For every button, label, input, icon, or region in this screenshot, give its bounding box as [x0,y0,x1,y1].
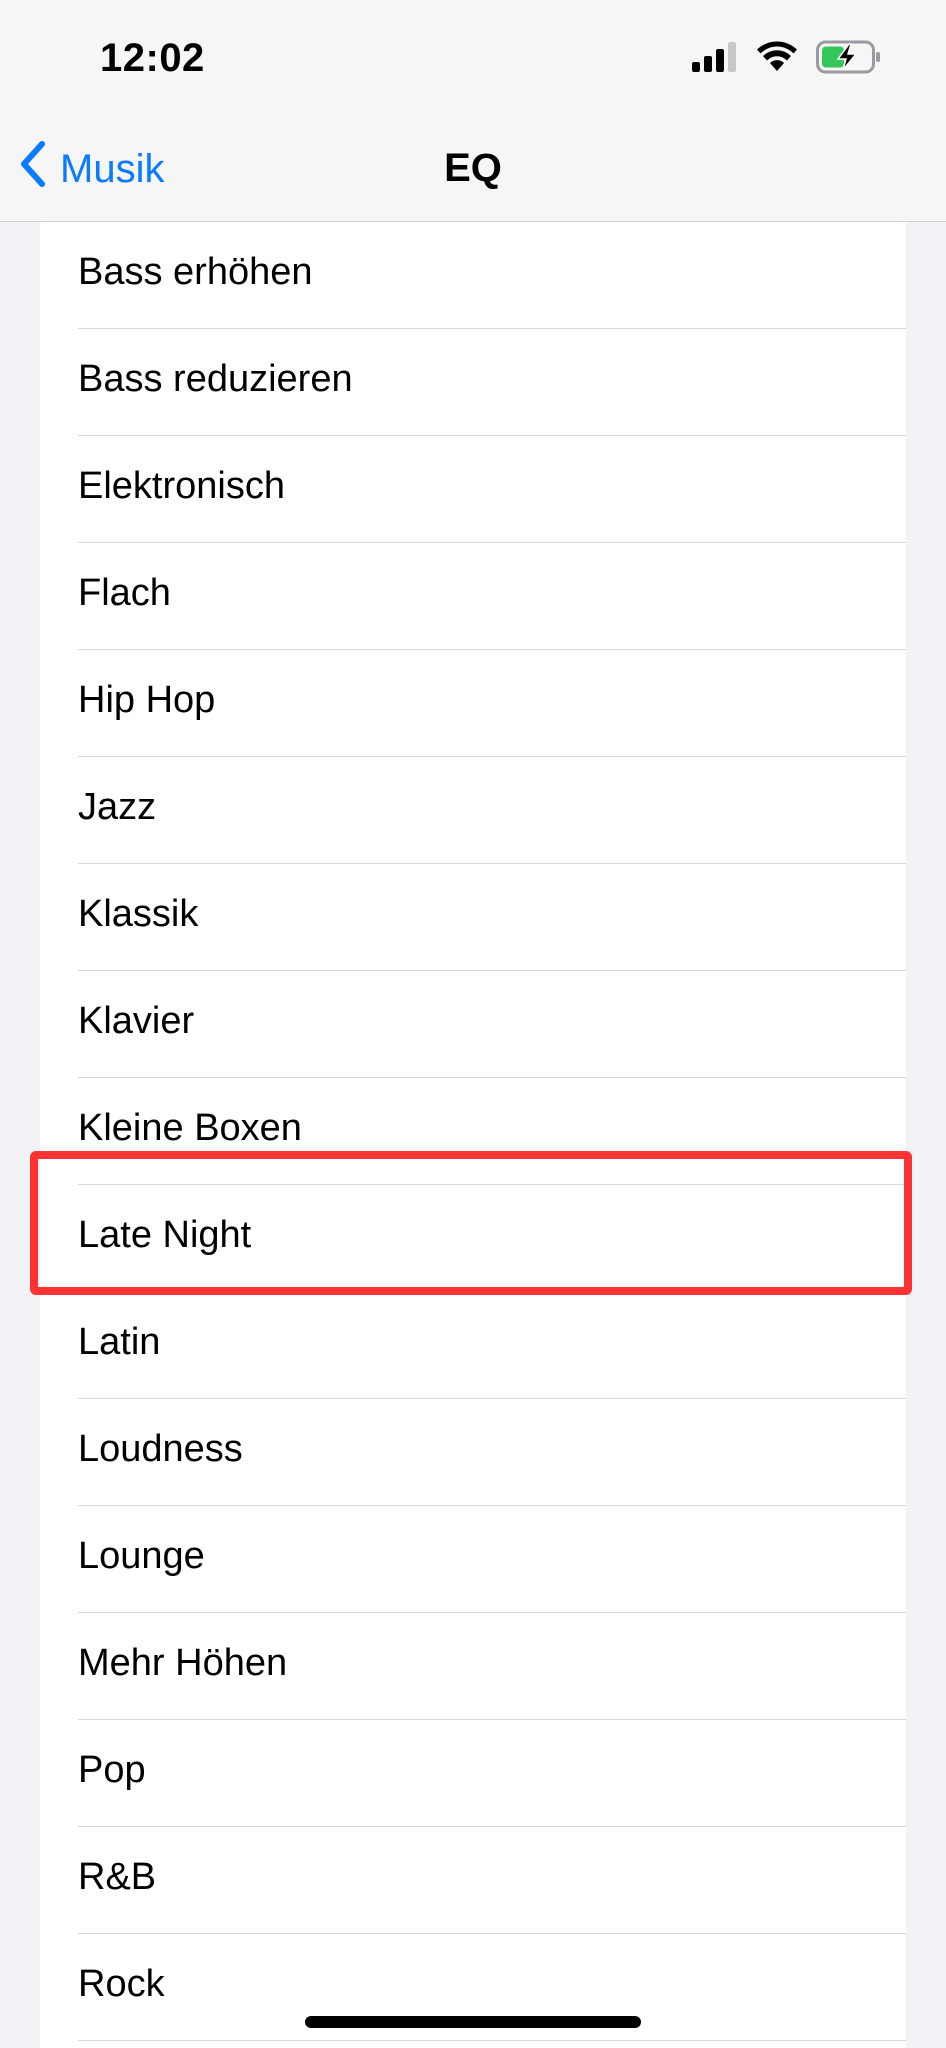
list-item-latin[interactable]: Latin [40,1292,906,1399]
list-item-jazz[interactable]: Jazz [40,757,906,864]
list-item-klavier[interactable]: Klavier [40,971,906,1078]
status-icons [692,40,882,79]
status-time: 12:02 [100,36,205,80]
list-item-label: Flach [78,572,171,614]
navigation-bar: Musik EQ [0,125,946,222]
list-item-hip-hop[interactable]: Hip Hop [40,650,906,757]
list-item-late-night[interactable]: Late Night [40,1185,906,1292]
list-item-elektronisch[interactable]: Elektronisch [40,436,906,543]
home-indicator [305,2016,641,2028]
list-item-label: Rock [78,1963,165,2005]
list-item-lounge[interactable]: Lounge [40,1506,906,1613]
list-item-label: Loudness [78,1428,243,1470]
list-item-label: Klavier [78,1000,195,1042]
page-title: EQ [444,146,502,190]
list-item-klassik[interactable]: Klassik [40,864,906,971]
list-item-label: Late Night [78,1214,252,1256]
eq-preset-list: Bass erhöhen Bass reduzieren Elektronisc… [40,222,906,2048]
list-item-label: Klassik [78,893,199,935]
wifi-icon [756,41,798,78]
list-item-kleine-boxen[interactable]: Kleine Boxen [40,1078,906,1185]
row-divider [78,2039,906,2041]
status-bar: 12:02 [0,0,946,125]
list-item-label: Lounge [78,1535,205,1577]
list-item-bass-reduzieren[interactable]: Bass reduzieren [40,329,906,436]
list-item-r-and-b[interactable]: R&B [40,1827,906,1934]
list-item-label: Kleine Boxen [78,1107,302,1149]
list-item-label: Jazz [78,786,157,828]
list-item-mehr-hoehen[interactable]: Mehr Höhen [40,1613,906,1720]
cellular-signal-icon [692,42,738,77]
list-item-label: Bass erhöhen [78,251,313,293]
battery-charging-icon [816,40,882,79]
list-item-flach[interactable]: Flach [40,543,906,650]
list-item-loudness[interactable]: Loudness [40,1399,906,1506]
list-item-label: R&B [78,1856,157,1898]
list-item-bass-erhoehen[interactable]: Bass erhöhen [40,222,906,329]
list-item-label: Elektronisch [78,465,285,507]
list-item-label: Mehr Höhen [78,1642,288,1684]
list-item-label: Bass reduzieren [78,358,353,400]
list-item-pop[interactable]: Pop [40,1720,906,1827]
list-item-label: Hip Hop [78,679,216,721]
list-item-label: Latin [78,1321,161,1363]
list-item-label: Pop [78,1749,146,1791]
